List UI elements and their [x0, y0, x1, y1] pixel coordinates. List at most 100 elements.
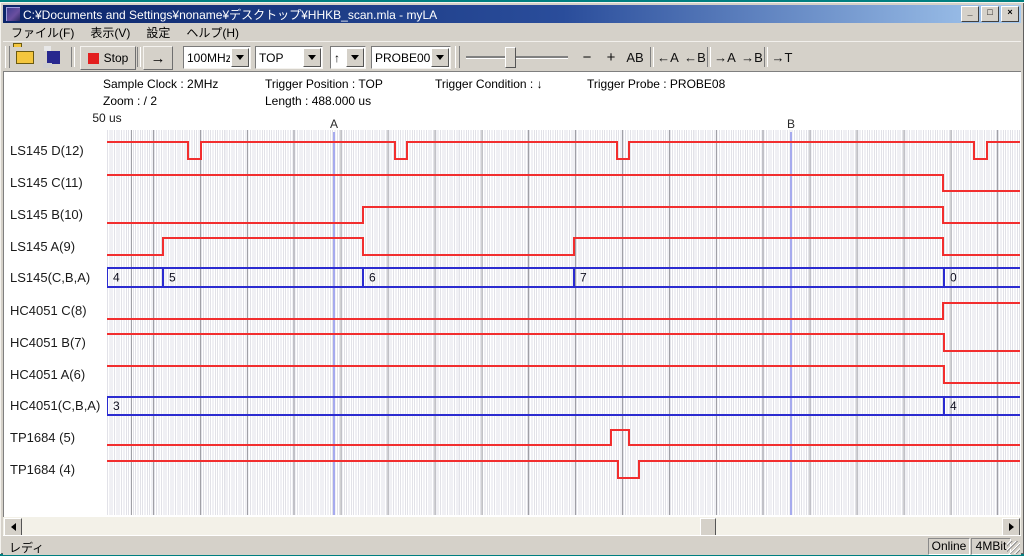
sample-rate-combo[interactable]: 100MHz — [183, 46, 251, 69]
toolbar-separator — [71, 47, 75, 67]
window-buttons: _ □ × — [961, 6, 1019, 22]
arrow-right-icon — [1009, 523, 1018, 531]
ab-button[interactable]: AB — [623, 46, 647, 68]
arrow-left-icon — [7, 523, 16, 531]
toolbar-grip — [455, 46, 460, 68]
run-button[interactable]: → — [143, 46, 173, 70]
zoom-factor-text: Zoom : / 2 — [103, 94, 157, 108]
app-window: C:¥Documents and Settings¥noname¥デスクトップ¥… — [0, 2, 1024, 554]
trigger-probe-combo[interactable]: PROBE00 — [371, 46, 451, 69]
signal-trace — [107, 303, 1020, 319]
scroll-left-button[interactable] — [4, 518, 22, 536]
online-status-badge: Online — [928, 538, 970, 555]
signal-trace — [107, 142, 1020, 159]
goto-marker-a-back-button[interactable]: ←A — [655, 46, 681, 68]
channel-label: HC4051(C,B,A) — [10, 398, 100, 413]
menu-help[interactable]: ヘルプ(H) — [178, 23, 247, 43]
channel-label: HC4051 A(6) — [10, 367, 85, 382]
channel-label: LS145 C(11) — [10, 175, 83, 190]
toolbar-separator — [137, 47, 141, 67]
scrollbar-thumb[interactable] — [700, 518, 716, 536]
horizontal-scrollbar[interactable] — [3, 517, 1021, 535]
menu-bar: ファイル(F) 表示(V) 設定 ヘルプ(H) — [3, 24, 1021, 41]
run-arrow-icon: → — [151, 50, 166, 67]
chevron-down-icon — [236, 55, 244, 64]
save-floppy-icon — [47, 51, 60, 64]
zoom-slider-track — [466, 56, 568, 59]
save-file-button[interactable] — [41, 46, 65, 68]
stop-button[interactable]: Stop — [80, 46, 136, 70]
combo-dropdown-button[interactable] — [346, 48, 364, 67]
zoom-out-button[interactable]: − — [578, 46, 596, 68]
menu-file[interactable]: ファイル(F) — [3, 23, 82, 43]
goto-trigger-button[interactable]: →T — [769, 46, 795, 68]
trigger-edge-combo[interactable]: ↑ — [330, 46, 366, 69]
goto-marker-a-button[interactable]: →A — [712, 46, 738, 68]
bus-value: 0 — [950, 271, 957, 285]
maximize-button[interactable]: □ — [981, 6, 999, 22]
memory-size-badge: 4MBit — [971, 538, 1011, 555]
toolbar-separator — [764, 47, 768, 67]
waveform-plot[interactable]: 4567034 — [107, 130, 1020, 515]
trigger-position-text: Trigger Position : TOP — [265, 77, 383, 91]
signal-trace — [107, 238, 1020, 255]
stop-label: Stop — [104, 51, 129, 65]
zoom-in-button[interactable]: + — [602, 46, 620, 68]
window-title: C:¥Documents and Settings¥noname¥デスクトップ¥… — [23, 6, 961, 23]
signal-trace — [107, 334, 1020, 351]
open-file-button[interactable] — [13, 46, 37, 68]
bus-value: 6 — [369, 271, 376, 285]
stop-square-icon — [88, 53, 99, 64]
time-scale-label: 50 us — [79, 111, 135, 125]
channel-label: LS145(C,B,A) — [10, 270, 90, 285]
channel-label: TP1684 (5) — [10, 430, 75, 445]
bus-value: 3 — [113, 399, 120, 413]
menu-view[interactable]: 表示(V) — [82, 23, 138, 43]
chevron-down-icon — [308, 55, 316, 64]
desktop: { "window": { "title": "C:¥Documents and… — [0, 0, 1024, 556]
combo-dropdown-button[interactable] — [231, 48, 249, 67]
toolbar-separator — [707, 47, 711, 67]
goto-marker-b-button[interactable]: →B — [739, 46, 765, 68]
zoom-slider[interactable] — [466, 46, 568, 68]
trigger-position-combo[interactable]: TOP — [255, 46, 323, 69]
trigger-position-value: TOP — [256, 51, 302, 65]
signal-trace — [107, 175, 1020, 191]
marker-b-label: B — [784, 117, 798, 131]
bus-value: 4 — [113, 271, 120, 285]
zoom-slider-handle[interactable] — [505, 47, 516, 68]
toolbar-separator — [650, 47, 654, 67]
waveform-svg: 4567034 — [107, 130, 1020, 515]
bus-value: 4 — [950, 399, 957, 413]
close-button[interactable]: × — [1001, 6, 1019, 22]
channel-label: LS145 B(10) — [10, 207, 83, 222]
combo-dropdown-button[interactable] — [431, 48, 449, 67]
signal-trace — [107, 430, 1020, 445]
trigger-probe-text: Trigger Probe : PROBE08 — [587, 77, 725, 91]
goto-marker-b-back-button[interactable]: ←B — [682, 46, 708, 68]
channel-label: HC4051 B(7) — [10, 335, 86, 350]
menu-settings[interactable]: 設定 — [138, 23, 178, 43]
sample-clock-text: Sample Clock : 2MHz — [103, 77, 218, 91]
trigger-edge-value: ↑ — [331, 51, 345, 65]
title-bar: C:¥Documents and Settings¥noname¥デスクトップ¥… — [3, 5, 1021, 23]
waveform-client-area: Sample Clock : 2MHz Trigger Position : T… — [3, 71, 1021, 517]
bus-value: 5 — [169, 271, 176, 285]
toolbar-grip — [5, 46, 10, 68]
sample-rate-value: 100MHz — [184, 51, 230, 65]
bus-trace — [107, 268, 1020, 287]
marker-a-label: A — [327, 117, 341, 131]
combo-dropdown-button[interactable] — [303, 48, 321, 67]
channel-label: TP1684 (4) — [10, 462, 75, 477]
bus-trace — [107, 397, 1020, 415]
minimize-button[interactable]: _ — [961, 6, 979, 22]
status-bar: レディ Online 4MBit — [3, 535, 1021, 555]
channel-label: HC4051 C(8) — [10, 303, 87, 318]
toolbar: Stop → 100MHz TOP ↑ PROBE00 − + AB — [3, 41, 1021, 73]
scroll-right-button[interactable] — [1002, 518, 1020, 536]
app-icon — [6, 7, 20, 21]
record-length-text: Length : 488.000 us — [265, 94, 371, 108]
trigger-condition-text: Trigger Condition : ↓ — [435, 77, 543, 91]
resize-grip[interactable] — [1007, 541, 1020, 554]
signal-trace — [107, 461, 1020, 478]
